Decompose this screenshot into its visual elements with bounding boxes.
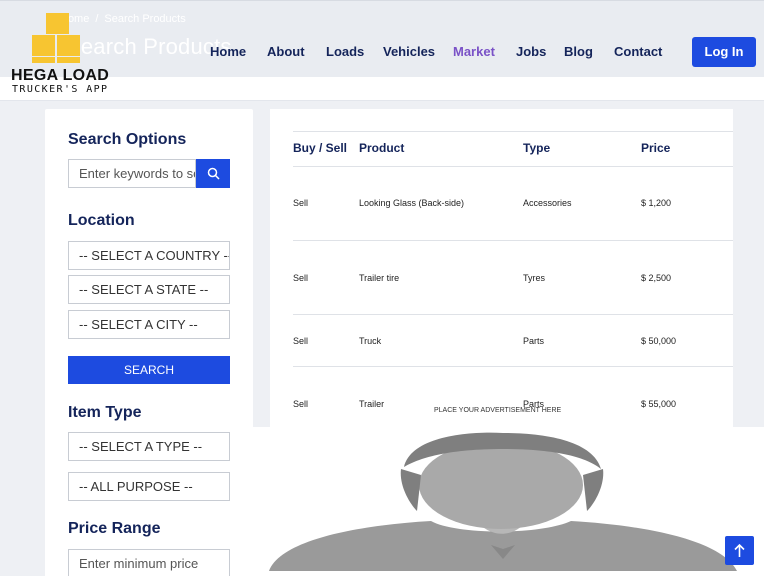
logo-block [32,57,55,63]
logo-subtitle: TRUCKER'S APP [12,84,109,95]
nav-loads[interactable]: Loads [326,44,364,59]
products-table: Buy / Sell Product Type Price Sell Looki… [270,109,733,439]
cell-price: $ 2,500 [641,273,672,283]
search-options-heading: Search Options [68,131,187,148]
header-price[interactable]: Price [641,141,670,155]
logo-block [46,13,69,34]
purpose-select[interactable]: -- ALL PURPOSE -- [68,472,230,501]
cell-type: Parts [523,336,545,346]
nav-home[interactable]: Home [210,44,246,59]
header-product[interactable]: Product [359,141,404,155]
cell-product[interactable]: Truck [359,336,381,346]
nav-about[interactable]: About [267,44,305,59]
country-select[interactable]: -- SELECT A COUNTRY -- [68,241,230,270]
cell-buy-sell: Sell [293,399,309,409]
avatar-placeholder-image [269,432,737,571]
arrow-up-icon [734,543,745,557]
row-divider [293,240,733,241]
breadcrumb-current: Search Products [104,13,186,25]
row-divider [293,366,733,367]
cell-type: Tyres [523,273,546,283]
cell-price: $ 50,000 [641,336,677,346]
search-icon [207,167,220,180]
logo-title: HEGA LOAD [11,67,110,84]
search-input[interactable]: Enter keywords to search [68,159,196,188]
cell-buy-sell: Sell [293,198,309,208]
cell-product[interactable]: Trailer tire [359,273,399,283]
item-type-heading: Item Type [68,404,142,421]
city-select[interactable]: -- SELECT A CITY -- [68,310,230,339]
search-sidebar: Search Options Enter keywords to search … [45,109,253,576]
cell-type: Accessories [523,198,572,208]
state-select[interactable]: -- SELECT A STATE -- [68,275,230,304]
nav-jobs[interactable]: Jobs [516,44,546,59]
table-border [293,131,733,132]
cell-price: $ 1,200 [641,198,672,208]
advertisement-label: PLACE YOUR ADVERTISEMENT HERE [434,407,562,414]
nav-blog[interactable]: Blog [564,44,593,59]
location-search-button[interactable]: SEARCH [68,356,230,384]
cell-buy-sell: Sell [293,273,309,283]
logo-block [57,57,80,63]
nav-market[interactable]: Market [453,44,495,59]
min-price-input[interactable]: Enter minimum price [68,549,230,576]
type-select[interactable]: -- SELECT A TYPE -- [68,432,230,461]
logo-block [57,35,80,56]
header-divider [0,77,764,101]
header-type[interactable]: Type [523,141,550,155]
nav-contact[interactable]: Contact [614,44,662,59]
site-logo[interactable]: HEGA LOAD TRUCKER'S APP [8,12,110,96]
nav-vehicles[interactable]: Vehicles [383,44,435,59]
header-buy-sell[interactable]: Buy / Sell [293,141,347,155]
row-divider [293,314,733,315]
login-button[interactable]: Log In [692,37,756,67]
cell-buy-sell: Sell [293,336,309,346]
cell-product[interactable]: Trailer [359,399,384,409]
logo-block [32,35,55,56]
cell-price: $ 55,000 [641,399,677,409]
back-to-top-button[interactable] [725,536,754,565]
price-range-heading: Price Range [68,520,161,537]
search-submit-button[interactable] [196,159,230,188]
table-header-border [293,166,733,167]
cell-product[interactable]: Looking Glass (Back-side) [359,198,464,208]
location-heading: Location [68,212,135,229]
advertisement-banner[interactable] [241,427,764,576]
